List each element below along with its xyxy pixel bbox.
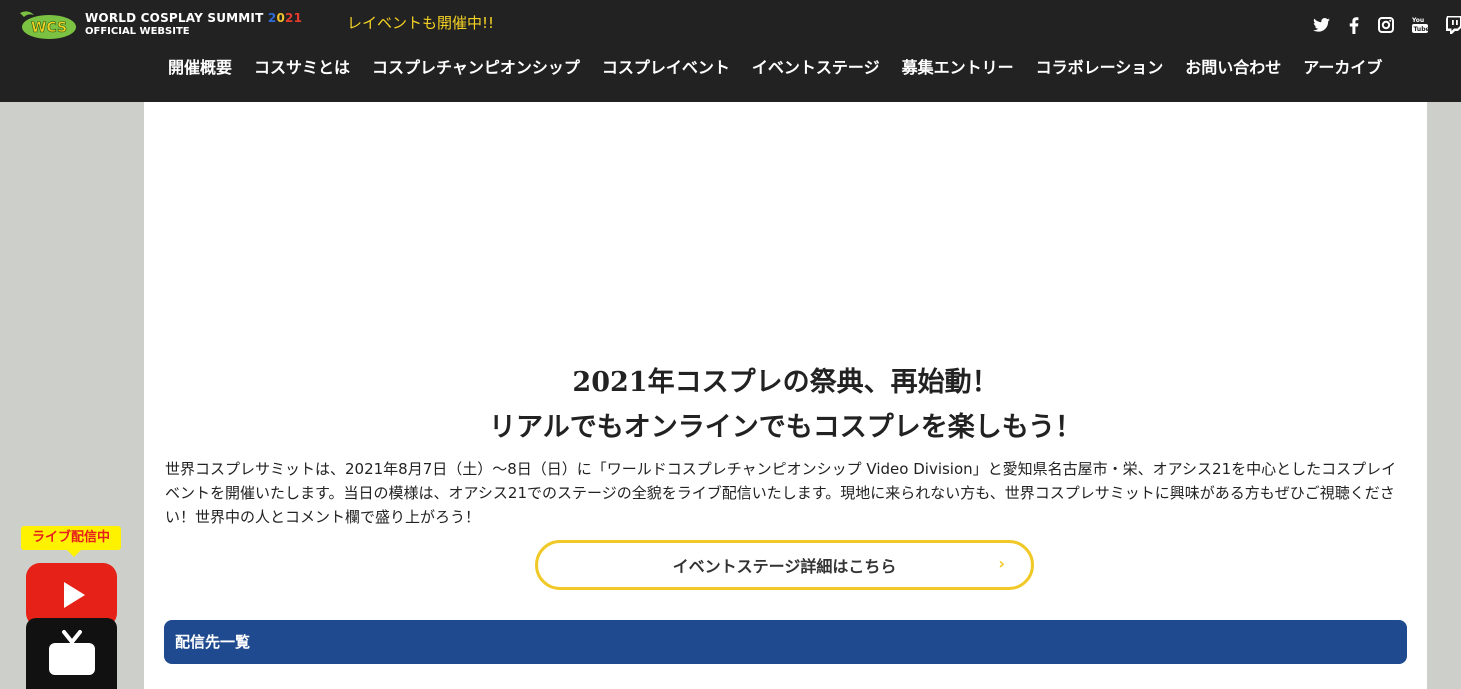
nav-item-entry[interactable]: 募集エントリー <box>891 57 1025 79</box>
youtube-icon[interactable]: You Tube <box>1409 14 1431 36</box>
nav-item-about[interactable]: コスサミとは <box>243 57 361 79</box>
cta-label: イベントステージ詳細はこちら <box>672 557 897 576</box>
intro-paragraph: 世界コスプレサミットは、2021年8月7日（土）～8日（日）に「ワールドコスプレ… <box>165 460 1397 526</box>
nav-item-event-stage[interactable]: イベントステージ <box>741 57 891 79</box>
main-nav: 開催概要 コスサミとは コスプレチャンピオンシップ コスプレイベント イベントス… <box>157 57 1393 79</box>
svg-text:Tube: Tube <box>1414 26 1429 33</box>
logo-year-digit: 1 <box>293 11 303 25</box>
chevron-right-icon: › <box>998 554 1005 573</box>
svg-text:WCS: WCS <box>31 20 67 36</box>
event-stage-details-button[interactable]: イベントステージ詳細はこちら › <box>535 540 1034 590</box>
nav-item-contact[interactable]: お問い合わせ <box>1174 57 1292 79</box>
nav-item-championship[interactable]: コスプレチャンピオンシップ <box>361 57 591 79</box>
nav-item-overview[interactable]: 開催概要 <box>157 57 243 79</box>
main-content: 2021年コスプレの祭典、再始動！ リアルでもオンラインでもコスプレを楽しもう！… <box>144 102 1427 689</box>
site-header: WCS WORLD COSPLAY SUMMIT 2021 OFFICIAL W… <box>0 0 1461 102</box>
stream-list-header[interactable]: 配信先一覧 <box>164 620 1407 664</box>
instagram-icon[interactable] <box>1375 14 1397 36</box>
nav-item-archive[interactable]: アーカイブ <box>1292 57 1393 79</box>
nav-item-cosplay-event[interactable]: コスプレイベント <box>591 57 741 79</box>
play-icon <box>63 582 85 608</box>
tv-icon <box>48 629 95 675</box>
logo-year-digit: 0 <box>276 11 285 25</box>
logo-text: WORLD COSPLAY SUMMIT 2021 OFFICIAL WEBSI… <box>85 12 302 37</box>
tv-live-button[interactable] <box>26 618 117 689</box>
twitch-icon[interactable] <box>1443 14 1461 36</box>
headline-secondary: リアルでもオンラインでもコスプレを楽しもう！ <box>489 412 1082 443</box>
news-ticker[interactable]: レイベントも開催中!! <box>347 12 494 33</box>
logo-subtitle: OFFICIAL WEBSITE <box>85 26 190 37</box>
logo-title: WORLD COSPLAY SUMMIT <box>85 11 264 25</box>
logo-year-digit: 2 <box>285 11 294 25</box>
facebook-icon[interactable] <box>1343 14 1365 36</box>
svg-text:You: You <box>1412 17 1424 24</box>
headline-primary: 2021年コスプレの祭典、再始動！ <box>572 367 999 398</box>
live-badge: ライブ配信中 <box>21 526 121 557</box>
twitter-icon[interactable] <box>1310 14 1332 36</box>
wcs-logo[interactable]: WCS <box>18 9 78 41</box>
nav-item-collaboration[interactable]: コラボレーション <box>1025 57 1175 79</box>
